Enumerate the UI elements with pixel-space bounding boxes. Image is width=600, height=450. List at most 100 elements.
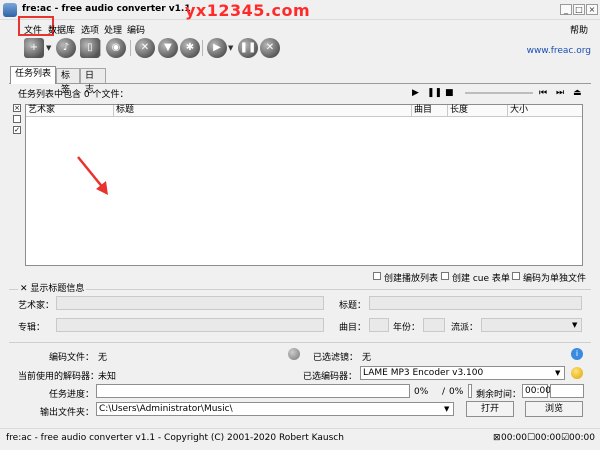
pause-encoding-icon[interactable]: ❚❚ [238,38,258,58]
track-label: 曲目： [339,323,367,333]
genre-dropdown[interactable] [481,318,582,332]
encoding-file-label: 编码文件： [49,353,95,363]
app-icon [3,3,17,17]
selected-filter-value: 无 [362,353,372,363]
status-time-3: 00:00 [569,433,595,443]
single-file-label: 编码为单独文件 [523,274,587,284]
select-all-checkbox[interactable]: × [13,104,21,112]
filter-config-icon[interactable] [288,348,300,360]
column-track[interactable]: 曲目 [412,105,448,117]
progress-percent-2: 0% [449,387,464,397]
menu-help[interactable]: 帮助 [570,23,588,36]
progress-percent-1: 0% [414,387,429,397]
open-button[interactable]: 打开 [466,401,514,417]
output-folder-label: 输出文件夹： [40,408,95,418]
close-button[interactable]: × [586,4,598,15]
select-none-checkbox[interactable] [13,115,21,123]
encoding-file-value: 无 [98,353,108,363]
track-field[interactable] [369,318,389,332]
section-divider [9,342,591,343]
progress-label: 任务进度： [49,390,95,400]
status-time-2-check-icon: ☐ [527,433,536,443]
encoder-label: 已选编码器： [303,372,358,382]
remove-file-icon[interactable]: ▯ [80,38,100,58]
column-size[interactable]: 大小 [508,105,582,117]
status-time-2: 00:00 [535,433,561,443]
create-cue-checkbox[interactable] [441,272,449,280]
start-dropdown-icon[interactable]: ▼ [228,44,233,52]
maximize-button[interactable]: □ [573,4,585,15]
pause-icon[interactable]: ❚❚ [427,88,442,98]
eject-icon[interactable]: ⏏ [573,88,582,98]
toolbar-separator [130,40,131,56]
settings-gear-icon[interactable]: ✱ [180,38,200,58]
playback-seek-slider[interactable] [465,92,533,94]
remaining-time-box-2 [550,384,584,398]
add-dropdown-icon[interactable]: ▼ [46,44,51,52]
tools-icon[interactable]: ✕ [135,38,155,58]
joblist-count-text: 任务列表中包含 0 个文件： [18,90,129,100]
selected-filter-label: 已选滤镜： [313,353,359,363]
play-icon[interactable]: ▶ [412,88,419,98]
decoder-label: 当前使用的解码器： [18,372,100,382]
column-length[interactable]: 长度 [448,105,508,117]
create-playlist-checkbox[interactable] [373,272,381,280]
album-field[interactable] [56,318,324,332]
status-time-1-check-icon: ⊠ [493,433,501,443]
previous-track-icon[interactable]: ⏮ [539,88,547,98]
browse-button[interactable]: 浏览 [525,401,583,417]
watermark-text: yx12345.com [185,1,311,20]
encoder-dropdown[interactable]: LAME MP3 Encoder v3.100 [360,366,565,380]
next-track-icon[interactable]: ⏭ [556,88,564,98]
encoder-settings-icon[interactable] [571,367,583,379]
job-list-table[interactable]: 艺术家 标题 曲目 长度 大小 [25,104,583,266]
single-file-checkbox[interactable] [512,272,520,280]
column-artist[interactable]: 艺术家 [26,105,114,117]
red-arrow-annotation [77,156,108,195]
create-cue-label: 创建 cue 表单 [452,274,510,284]
menu-encode[interactable]: 编码 [127,23,145,36]
status-text: fre:ac - free audio converter v1.1 - Cop… [6,433,344,443]
artist-field[interactable] [56,296,324,310]
decoder-value: 未知 [98,372,117,382]
year-field[interactable] [423,318,445,332]
info-icon[interactable]: i [571,348,583,360]
tab-log[interactable]: 日志 [80,68,106,95]
album-label: 专辑： [18,323,46,333]
genre-chevron-down-icon[interactable]: ▼ [572,321,577,329]
add-files-icon[interactable]: + [24,38,44,58]
progress-bar [96,384,410,398]
title-field[interactable] [369,296,582,310]
menu-options[interactable]: 选项 [81,23,99,36]
window-title: fre:ac - free audio converter v1.1 [22,4,191,14]
start-encoding-icon[interactable]: ▶ [207,38,227,58]
genre-label: 流派： [451,323,479,333]
status-time-3-check-icon: ☑ [561,433,570,443]
encoder-chevron-down-icon[interactable]: ▼ [555,369,560,377]
remaining-time-label: 剩余时间： [476,390,522,400]
cddb-query-icon[interactable]: ◉ [106,38,126,58]
output-folder-chevron-down-icon[interactable]: ▼ [444,405,449,413]
website-link[interactable]: www.freac.org [527,46,591,56]
remaining-time-box: 00:00 [522,384,551,398]
cd-ripper-icon[interactable]: ♪ [56,38,76,58]
tab-tags[interactable]: 标签 [56,68,80,95]
progress-bar-2 [468,384,472,398]
stop-icon[interactable]: ■ [445,88,454,98]
filter-icon[interactable]: ▼ [158,38,178,58]
create-playlist-label: 创建播放列表 [384,274,439,284]
menu-process[interactable]: 处理 [104,23,122,36]
menu-file[interactable]: 文件 [24,23,42,36]
column-title[interactable]: 标题 [114,105,412,117]
show-title-info-toggle[interactable]: ✕ 显示标题信息 [18,281,87,294]
tab-divider [9,83,591,84]
progress-separator: / [442,387,446,397]
minimize-button[interactable]: _ [560,4,572,15]
toggle-selection-checkbox[interactable]: ✓ [13,126,21,134]
output-folder-input[interactable]: C:\Users\Administrator\Music\ [96,402,454,416]
title-label: 标题： [339,301,367,311]
menu-database[interactable]: 数据库 [48,23,75,36]
stop-encoding-icon[interactable]: ✕ [260,38,280,58]
tab-joblist[interactable]: 任务列表 [10,66,56,84]
artist-label: 艺术家： [18,301,55,311]
